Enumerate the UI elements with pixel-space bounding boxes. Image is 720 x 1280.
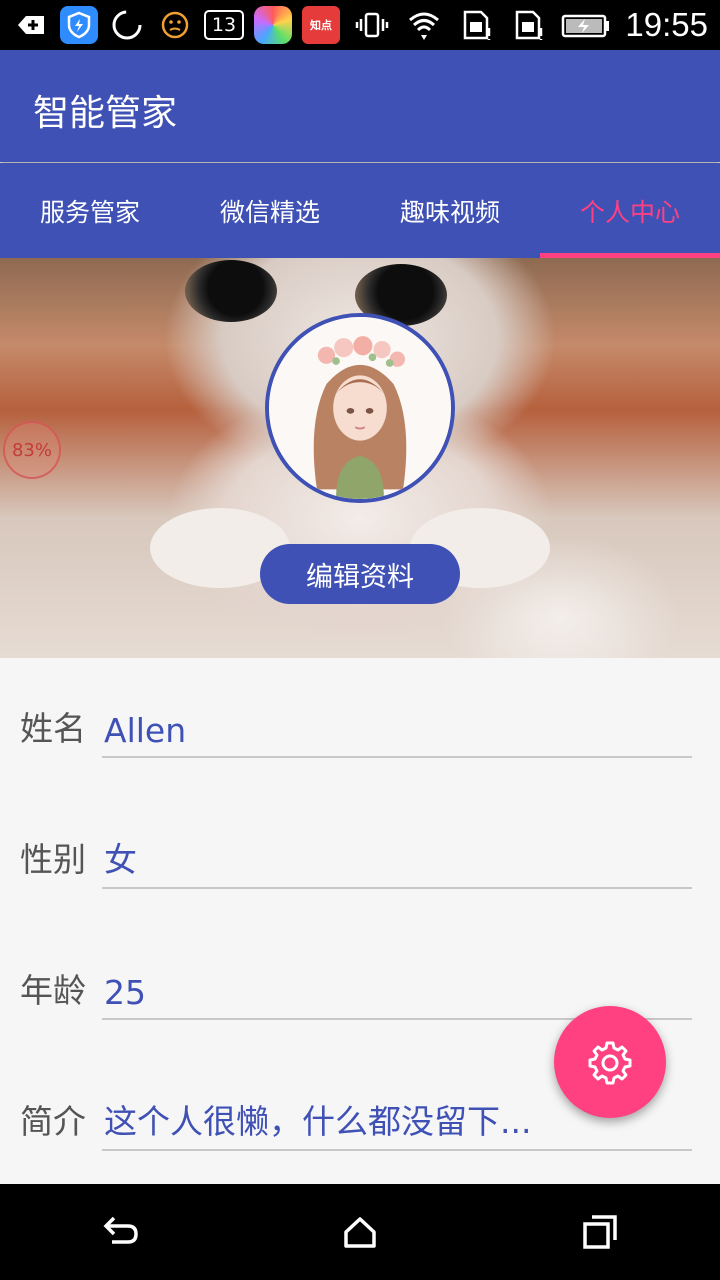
loading-ring-icon <box>108 6 146 44</box>
gender-input[interactable]: 女 <box>102 827 692 889</box>
name-label: 姓名 <box>20 709 86 748</box>
home-button[interactable] <box>312 1192 408 1272</box>
app-bar: 智能管家 <box>0 50 720 162</box>
back-button[interactable] <box>72 1192 168 1272</box>
name-input[interactable]: Allen <box>102 696 692 758</box>
sim2-icon <box>509 6 547 44</box>
settings-fab[interactable] <box>554 1006 666 1118</box>
shield-app-icon <box>60 6 98 44</box>
tab-service[interactable]: 服务管家 <box>0 163 180 258</box>
rainbow-app-icon <box>254 6 292 44</box>
progress-badge: 83% <box>3 421 61 479</box>
tab-wechat[interactable]: 微信精选 <box>180 163 360 258</box>
kitten-left-eye <box>185 260 277 322</box>
gender-field: 性别 女 <box>20 819 692 889</box>
recents-button[interactable] <box>552 1192 648 1272</box>
name-field: 姓名 Allen <box>20 688 692 758</box>
navigation-bar <box>0 1184 720 1280</box>
bio-label: 简介 <box>20 1102 86 1141</box>
face-icon <box>156 6 194 44</box>
app-title: 智能管家 <box>33 93 178 134</box>
tab-bar: 服务管家 微信精选 趣味视频 个人中心 <box>0 163 720 258</box>
tab-profile[interactable]: 个人中心 <box>540 163 720 258</box>
screen: 13 知点 19:55 智能管家 服务管家 微信精选 趣味视频 个人中心 83%… <box>0 0 720 1280</box>
age-label: 年龄 <box>20 971 86 1010</box>
vibrate-icon <box>353 6 391 44</box>
notification-count-badge: 13 <box>204 10 244 40</box>
red-app-label: 知点 <box>310 19 332 32</box>
wifi-icon <box>405 6 443 44</box>
gear-icon <box>588 1041 632 1085</box>
avatar[interactable] <box>265 313 455 503</box>
add-icon <box>12 6 50 44</box>
battery-charging-icon <box>561 6 611 44</box>
back-icon <box>103 1216 138 1244</box>
red-app-icon: 知点 <box>302 6 340 44</box>
sim1-icon <box>457 6 495 44</box>
clock: 19:55 <box>625 6 708 43</box>
home-icon <box>344 1217 376 1248</box>
profile-header-background: 83% 编辑资料 <box>0 258 720 658</box>
gender-label: 性别 <box>20 840 86 879</box>
tab-video[interactable]: 趣味视频 <box>360 163 540 258</box>
edit-profile-button[interactable]: 编辑资料 <box>260 544 460 604</box>
status-bar: 13 知点 19:55 <box>0 0 720 50</box>
recents-icon <box>583 1215 617 1249</box>
